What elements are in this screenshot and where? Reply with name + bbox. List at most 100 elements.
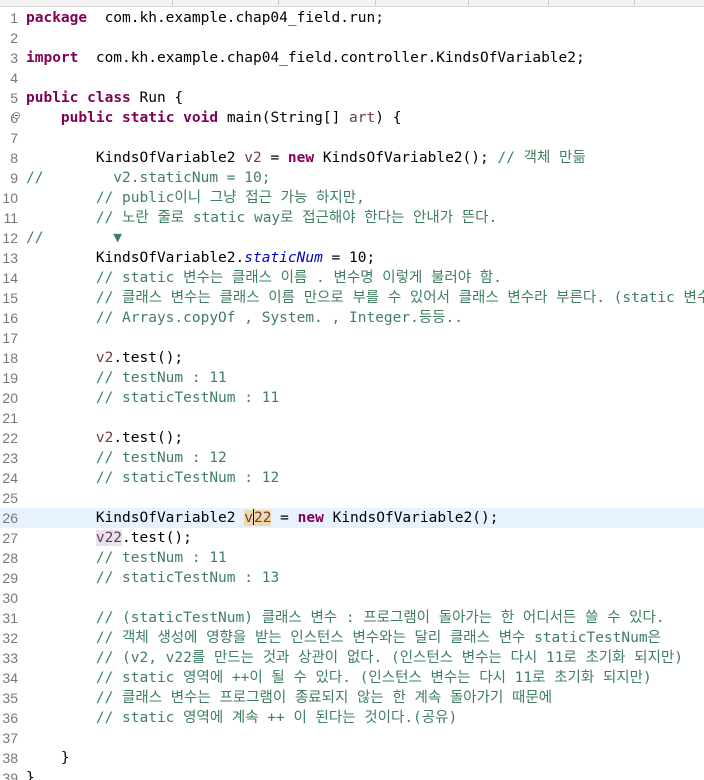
line-number: 37 (2, 730, 18, 746)
code-line[interactable]: 31 // (staticTestNum) 클래스 변수 : 프로그램이 돌아가… (0, 608, 704, 628)
code-text[interactable]: // (v2, v22를 만드는 것과 상관이 없다. (인스턴스 변수는 다시… (26, 648, 683, 668)
comment-token: // v2.staticNum = 10; (26, 170, 271, 186)
code-text[interactable]: } (26, 768, 35, 780)
code-line[interactable]: 21 (0, 408, 704, 428)
code-line[interactable]: 35 // 클래스 변수는 프로그램이 종료되지 않는 한 계속 돌아가기 때문… (0, 688, 704, 708)
static-field-token: staticNum (244, 250, 323, 266)
code-text[interactable]: // Arrays.copyOf , System. , Integer.등등.… (26, 308, 463, 328)
code-line[interactable]: 37 (0, 728, 704, 748)
code-text[interactable]: // v2.staticNum = 10; (26, 168, 270, 188)
code-line[interactable]: 24 // staticTestNum : 12 (0, 468, 704, 488)
code-text[interactable]: v22.test(); (26, 528, 192, 548)
comment-token: // 클래스 변수는 프로그램이 종료되지 않는 한 계속 돌아가기 때문에 (95, 690, 553, 706)
variable-token: v2 (244, 150, 262, 166)
code-line[interactable]: 9 // v2.staticNum = 10; (0, 168, 704, 188)
code-text[interactable]: // ▼ (26, 228, 122, 248)
code-text[interactable]: KindsOfVariable2 v2 = new KindsOfVariabl… (26, 148, 586, 168)
line-number: 14 (2, 270, 18, 286)
variable-token: v (244, 510, 253, 526)
code-line[interactable]: 32 // 객체 생성에 영향을 받는 인스턴스 변수와는 달리 클래스 변수 … (0, 628, 704, 648)
code-text[interactable]: public class Run { (26, 88, 183, 108)
code-line[interactable]: 11 // 노란 줄로 static way로 접근해야 한다는 안내가 뜬다. (0, 208, 704, 228)
code-text[interactable]: KindsOfVariable2.staticNum = 10; (26, 248, 375, 268)
code-line[interactable]: 6 public static void main(String[] art) … (0, 108, 704, 128)
code-line[interactable]: 1 package com.kh.example.chap04_field.run… (0, 8, 704, 28)
tab-divider (375, 0, 376, 5)
fold-collapse-icon[interactable] (13, 112, 20, 119)
line-number: 4 (10, 70, 18, 86)
code-text[interactable]: // testNum : 12 (26, 448, 227, 468)
code-text[interactable]: } (26, 748, 70, 768)
code-text[interactable]: // 클래스 변수는 클래스 이름 만으로 부를 수 있어서 클래스 변수라 부… (26, 288, 704, 308)
code-line[interactable]: 3 import com.kh.example.chap04_field.cont… (0, 48, 704, 68)
code-line[interactable]: 39} (0, 768, 704, 780)
keyword-token: import (26, 50, 79, 66)
code-line[interactable]: 23 // testNum : 12 (0, 448, 704, 468)
code-text[interactable]: // 노란 줄로 static way로 접근해야 한다는 안내가 뜬다. (26, 208, 497, 228)
code-line[interactable]: 20 // staticTestNum : 11 (0, 388, 704, 408)
code-line[interactable]: 29 // staticTestNum : 13 (0, 568, 704, 588)
code-line[interactable]: 19 // testNum : 11 (0, 368, 704, 388)
line-number: 31 (2, 610, 18, 626)
code-token: .test(); (113, 350, 184, 366)
code-text[interactable]: import com.kh.example.chap04_field.contr… (26, 48, 585, 68)
line-number: 16 (2, 310, 18, 326)
code-text[interactable]: // testNum : 11 (26, 368, 227, 388)
code-line[interactable]: 13 KindsOfVariable2.staticNum = 10; (0, 248, 704, 268)
code-line[interactable]: 38 } (0, 748, 704, 768)
line-number: 24 (2, 470, 18, 486)
code-line[interactable]: 16 // Arrays.copyOf , System. , Integer.… (0, 308, 704, 328)
code-line[interactable]: 8 KindsOfVariable2 v2 = new KindsOfVaria… (0, 148, 704, 168)
code-line[interactable]: 5 public class Run { (0, 88, 704, 108)
code-text[interactable]: // (staticTestNum) 클래스 변수 : 프로그램이 돌아가는 한… (26, 608, 665, 628)
code-line[interactable]: 2 (0, 28, 704, 48)
code-text[interactable]: public static void main(String[] art) { (26, 108, 402, 128)
code-line[interactable]: 36 // static 영역에 계속 ++ 이 된다는 것이다.(공유) (0, 708, 704, 728)
code-editor[interactable]: 1 package com.kh.example.chap04_field.run… (0, 0, 704, 780)
code-text[interactable]: v2.test(); (26, 428, 183, 448)
code-text[interactable]: // staticTestNum : 13 (26, 568, 279, 588)
keyword-token: static (122, 110, 175, 126)
code-text[interactable]: // staticTestNum : 12 (26, 468, 279, 488)
code-line[interactable]: 26 KindsOfVariable2 v22 = new KindsOfVar… (0, 508, 704, 528)
code-line[interactable]: 14 // static 변수는 클래스 이름 . 변수명 이렇게 불러야 함. (0, 268, 704, 288)
code-text[interactable]: // static 변수는 클래스 이름 . 변수명 이렇게 불러야 함. (26, 268, 502, 288)
line-number: 7 (10, 130, 18, 146)
code-line[interactable]: 22 v2.test(); (0, 428, 704, 448)
comment-token: // static 변수는 클래스 이름 . 변수명 이렇게 불러야 함. (95, 270, 502, 286)
code-text[interactable]: // static 영역에 ++이 될 수 있다. (인스턴스 변수는 다시 1… (26, 668, 652, 688)
code-line[interactable]: 33 // (v2, v22를 만드는 것과 상관이 없다. (인스턴스 변수는… (0, 648, 704, 668)
code-line[interactable]: 4 (0, 68, 704, 88)
code-text[interactable]: v2.test(); (26, 348, 183, 368)
comment-token: // public이니 그냥 접근 가능 하지만, (95, 190, 365, 206)
code-text[interactable]: package com.kh.example.chap04_field.run; (26, 8, 384, 28)
code-line[interactable]: 25 (0, 488, 704, 508)
line-number: 5 (10, 90, 18, 106)
code-line[interactable]: 15 // 클래스 변수는 클래스 이름 만으로 부를 수 있어서 클래스 변수… (0, 288, 704, 308)
code-line[interactable]: 7 (0, 128, 704, 148)
keyword-token: new (287, 150, 315, 166)
code-text[interactable]: KindsOfVariable2 v22 = new KindsOfVariab… (26, 508, 498, 528)
tab-divider (634, 0, 635, 5)
line-number: 38 (2, 750, 18, 766)
code-line[interactable]: 34 // static 영역에 ++이 될 수 있다. (인스턴스 변수는 다… (0, 668, 704, 688)
code-text[interactable]: // static 영역에 계속 ++ 이 된다는 것이다.(공유) (26, 708, 457, 728)
code-line[interactable]: 12 // ▼ (0, 228, 704, 248)
code-line[interactable]: 18 v2.test(); (0, 348, 704, 368)
code-line[interactable]: 17 (0, 328, 704, 348)
code-line[interactable]: 28 // testNum : 11 (0, 548, 704, 568)
code-text[interactable]: // staticTestNum : 11 (26, 388, 279, 408)
code-line[interactable]: 30 (0, 588, 704, 608)
code-text[interactable]: // public이니 그냥 접근 가능 하지만, (26, 188, 365, 208)
code-token: } (26, 750, 70, 766)
code-text[interactable]: // 객체 생성에 영향을 받는 인스턴스 변수와는 달리 클래스 변수 sta… (26, 628, 661, 648)
code-line[interactable]: 10 // public이니 그냥 접근 가능 하지만, (0, 188, 704, 208)
code-token: KindsOfVariable2. (26, 250, 245, 266)
code-text[interactable]: // 클래스 변수는 프로그램이 종료되지 않는 한 계속 돌아가기 때문에 (26, 688, 552, 708)
code-line[interactable]: 27 v22.test(); (0, 528, 704, 548)
code-text[interactable]: // testNum : 11 (26, 548, 227, 568)
